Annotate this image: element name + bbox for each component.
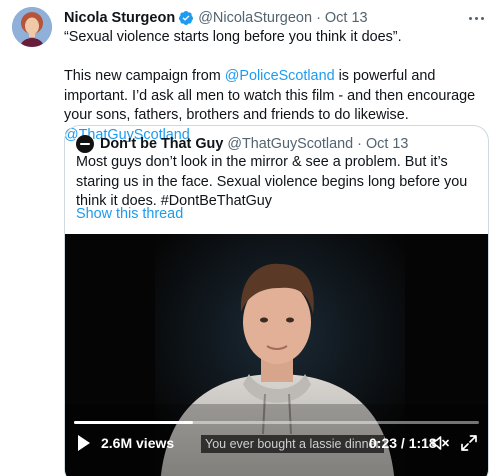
quote-text: Most guys don’t look in the mirror & see… bbox=[76, 154, 468, 209]
video-player[interactable]: 2.6M views You ever bought a lassie dinn… bbox=[65, 234, 488, 476]
tweet-line-1: “Sexual violence starts long before you … bbox=[64, 29, 402, 45]
quote-tweet[interactable]: Don't be That Guy @ThatGuyScotland · Oct… bbox=[64, 125, 489, 476]
show-thread-link[interactable]: Show this thread bbox=[76, 205, 183, 224]
quote-separator: · bbox=[357, 136, 362, 152]
author-handle[interactable]: @NicolaSturgeon bbox=[198, 9, 312, 27]
avatar-image bbox=[12, 7, 52, 47]
tweet-date[interactable]: Oct 13 bbox=[325, 9, 368, 27]
more-options-icon[interactable] bbox=[464, 10, 488, 26]
tweet[interactable]: Nicola Sturgeon @NicolaSturgeon · Oct 13… bbox=[0, 0, 500, 476]
tweet-header: Nicola Sturgeon @NicolaSturgeon · Oct 13 bbox=[64, 9, 368, 27]
tweet-body-pre: This new campaign from bbox=[64, 68, 225, 84]
video-progress-fill bbox=[74, 421, 194, 424]
video-time: 0:23 / 1:18 bbox=[369, 435, 437, 451]
verified-badge-icon bbox=[178, 10, 194, 26]
video-views: 2.6M views bbox=[101, 435, 175, 451]
fullscreen-icon[interactable] bbox=[460, 434, 478, 452]
mention-police-scotland[interactable]: @PoliceScotland bbox=[225, 68, 335, 84]
play-icon[interactable] bbox=[77, 434, 91, 452]
quote-avatar[interactable] bbox=[76, 135, 94, 153]
video-progress-bar[interactable] bbox=[74, 421, 479, 424]
author-name[interactable]: Nicola Sturgeon bbox=[64, 9, 175, 27]
header-separator: · bbox=[316, 10, 321, 26]
quote-date[interactable]: Oct 13 bbox=[366, 136, 408, 152]
quote-header: Don't be That Guy @ThatGuyScotland · Oct… bbox=[76, 134, 408, 154]
quote-author-name[interactable]: Don't be That Guy bbox=[100, 136, 223, 152]
quote-author-handle[interactable]: @ThatGuyScotland bbox=[227, 136, 353, 152]
avatar[interactable] bbox=[12, 7, 52, 47]
video-caption: You ever bought a lassie dinner bbox=[201, 435, 384, 453]
volume-muted-icon[interactable] bbox=[431, 434, 449, 452]
